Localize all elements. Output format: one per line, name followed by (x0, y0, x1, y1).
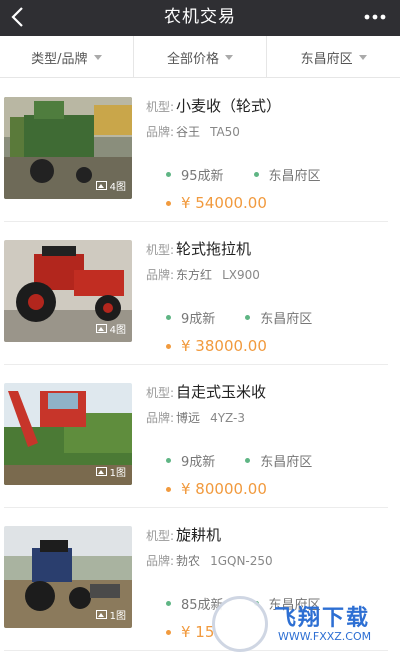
image-icon (95, 181, 107, 190)
dot-icon (245, 314, 251, 320)
listing-info: 机型: 轮式拖拉机 品牌: 东方红 LX900 9成新 东昌府区 ¥ 38000… (146, 238, 388, 358)
filter-label: 东昌府区 (300, 51, 353, 67)
photo-count-badge: 4图 (95, 321, 126, 336)
listing-photo[interactable]: 1图 (4, 383, 132, 485)
type-label: 机型: (146, 243, 175, 257)
dot-icon (166, 343, 171, 349)
condition-text: 9成新 (181, 311, 216, 327)
district-tag: 东昌府区 (245, 308, 312, 327)
listing-brand: 勃农 (176, 554, 201, 568)
listing-price: ¥ 80000.00 (181, 480, 267, 498)
listing-item[interactable]: 4图 机型: 轮式拖拉机 品牌: 东方红 LX900 9成新 东昌府区 ¥ 38… (4, 222, 388, 365)
listing-type: 轮式拖拉机 (176, 240, 252, 258)
dot-icon (166, 200, 171, 206)
filter-type-brand[interactable]: 类型/品牌 (0, 36, 134, 78)
dot-icon (166, 171, 171, 177)
dot-icon (166, 314, 171, 320)
type-label: 机型: (146, 386, 175, 400)
photo-count: 1图 (109, 468, 126, 479)
type-label: 机型: (146, 529, 175, 543)
filter-price[interactable]: 全部价格 (134, 36, 268, 78)
listing-type: 自走式玉米收 (176, 383, 267, 401)
district-tag: 东昌府区 (245, 451, 312, 470)
filter-label: 类型/品牌 (31, 51, 88, 67)
photo-count: 1图 (109, 611, 126, 622)
dot-icon (166, 486, 171, 492)
listing-price: ¥ 38000.00 (181, 337, 267, 355)
listing-type: 旋耕机 (176, 526, 222, 544)
photo-count: 4图 (109, 182, 126, 193)
filter-label: 全部价格 (167, 51, 220, 67)
photo-count-badge: 1图 (95, 607, 126, 622)
condition-tag: 9成新 (166, 451, 215, 470)
listing-brand: 谷王 (176, 125, 201, 139)
top-bar: 农机交易 (0, 0, 400, 36)
condition-tag: 9成新 (166, 308, 215, 327)
watermark-title: 飞翔下载 (274, 606, 371, 631)
chevron-down-icon (225, 54, 234, 60)
district-text: 东昌府区 (268, 168, 321, 184)
filter-bar: 类型/品牌 全部价格 东昌府区 (0, 36, 400, 78)
chevron-down-icon (358, 54, 367, 60)
listing-model: 4YZ-3 (210, 411, 246, 425)
district-text: 东昌府区 (260, 454, 313, 470)
photo-count: 4图 (109, 325, 126, 336)
dot-icon (166, 600, 171, 606)
image-icon (95, 467, 107, 476)
condition-text: 95成新 (181, 168, 224, 184)
listing-list: 4图 机型: 小麦收（轮式） 品牌: 谷王 TA50 95成新 东昌府区 ¥ 5… (0, 79, 400, 651)
listing-price: ¥ 54000.00 (181, 194, 267, 212)
listing-model: TA50 (210, 125, 240, 139)
district-tag: 东昌府区 (253, 165, 321, 184)
listing-brand: 东方红 (176, 268, 213, 282)
more-dots-icon[interactable] (364, 10, 386, 24)
condition-tag: 95成新 (166, 165, 224, 184)
brand-label: 品牌: (146, 554, 175, 568)
page-title: 农机交易 (164, 7, 236, 27)
dot-icon (245, 457, 251, 463)
listing-photo[interactable]: 4图 (4, 97, 132, 199)
district-text: 东昌府区 (260, 311, 313, 327)
site-watermark: 飞翔下载 WWW.FXXZ.COM (212, 596, 400, 658)
dot-icon (253, 171, 259, 177)
listing-model: 1GQN-250 (210, 554, 273, 568)
dot-icon (166, 629, 171, 635)
watermark-logo-icon (212, 596, 268, 652)
listing-price: ¥ 15 (181, 623, 215, 641)
photo-count-badge: 4图 (95, 178, 126, 193)
photo-count-badge: 1图 (95, 464, 126, 479)
listing-info: 机型: 小麦收（轮式） 品牌: 谷王 TA50 95成新 东昌府区 ¥ 5400… (146, 95, 388, 215)
listing-photo[interactable]: 1图 (4, 526, 132, 628)
filter-district[interactable]: 东昌府区 (267, 36, 400, 78)
listing-photo[interactable]: 4图 (4, 240, 132, 342)
listing-model: LX900 (222, 268, 260, 282)
brand-label: 品牌: (146, 125, 175, 139)
condition-text: 9成新 (181, 454, 216, 470)
dot-icon (166, 457, 171, 463)
watermark-url: WWW.FXXZ.COM (278, 630, 372, 643)
image-icon (95, 610, 107, 619)
listing-brand: 博远 (176, 411, 201, 425)
listing-item[interactable]: 1图 机型: 自走式玉米收 品牌: 博远 4YZ-3 9成新 东昌府区 ¥ 80… (4, 365, 388, 508)
brand-label: 品牌: (146, 268, 175, 282)
listing-info: 机型: 自走式玉米收 品牌: 博远 4YZ-3 9成新 东昌府区 ¥ 80000… (146, 381, 388, 501)
listing-type: 小麦收（轮式） (176, 97, 282, 115)
listing-item[interactable]: 4图 机型: 小麦收（轮式） 品牌: 谷王 TA50 95成新 东昌府区 ¥ 5… (4, 79, 388, 222)
chevron-down-icon (93, 54, 102, 60)
type-label: 机型: (146, 100, 175, 114)
image-icon (95, 324, 107, 333)
brand-label: 品牌: (146, 411, 175, 425)
